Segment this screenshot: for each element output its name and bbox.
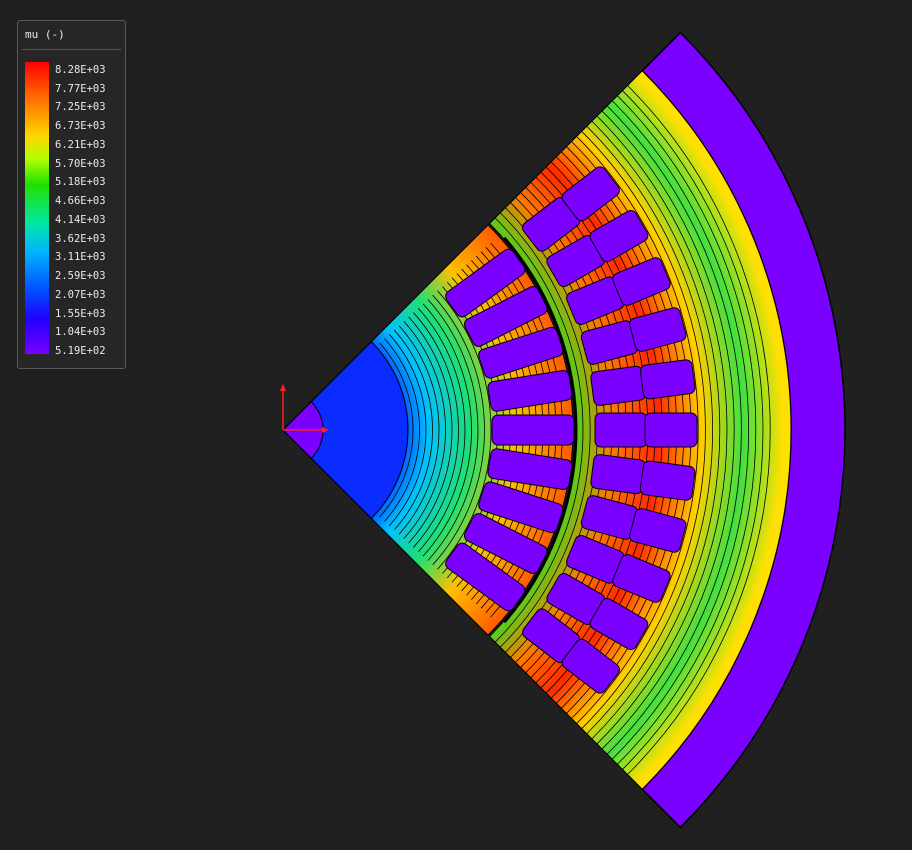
stator-coil-inner: [594, 412, 648, 448]
stator-coil-inner: [590, 365, 646, 406]
rotor-slot: [491, 414, 575, 446]
axis-arrow: [280, 384, 286, 391]
machine-sector: [282, 31, 846, 829]
stator-coil-outer: [639, 460, 696, 501]
stator-coil-outer: [644, 412, 698, 448]
stator-coil-outer: [639, 359, 696, 400]
motor-field-plot[interactable]: [0, 0, 912, 850]
stator-coil-inner: [590, 454, 646, 495]
